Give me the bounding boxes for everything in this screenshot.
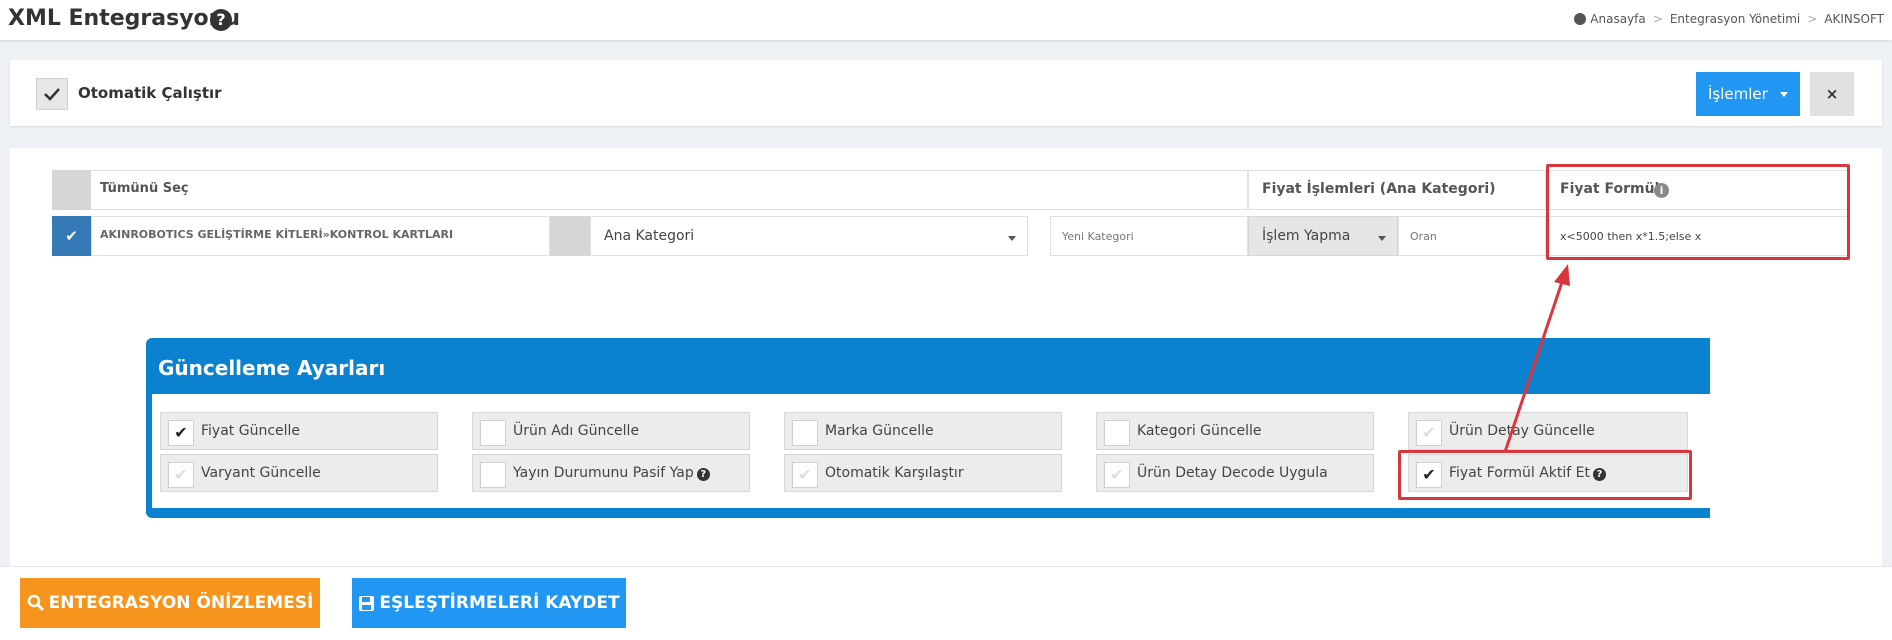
preview-label: ENTEGRASYON ÖNİZLEMESİ — [48, 593, 314, 613]
save-label: EŞLEŞTİRMELERİ KAYDET — [379, 593, 620, 613]
annotation-arrow — [1503, 264, 1570, 453]
save-mappings-button[interactable]: EŞLEŞTİRMELERİ KAYDET — [352, 578, 626, 628]
save-icon — [359, 595, 375, 611]
search-icon — [27, 594, 44, 612]
integration-preview-button[interactable]: ENTEGRASYON ÖNİZLEMESİ — [20, 578, 320, 628]
